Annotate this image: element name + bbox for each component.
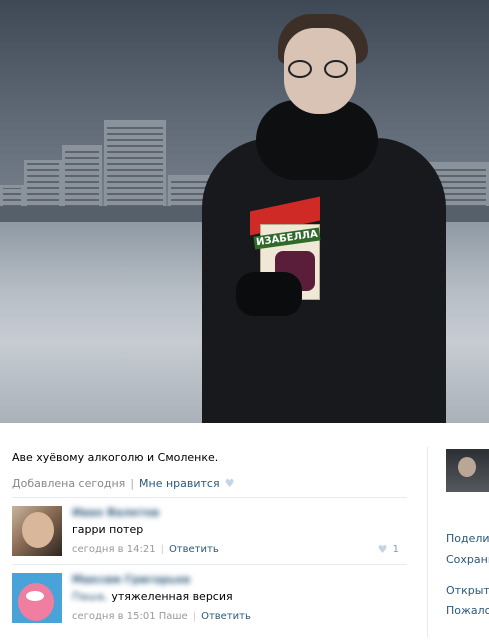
comment-likes[interactable]: ♥ 1	[377, 542, 399, 556]
report-action[interactable]: Пожалов	[446, 604, 489, 617]
open-original-action[interactable]: Открыт	[446, 584, 489, 597]
comment-text-body: гарри потер	[72, 523, 144, 536]
photo-glove	[236, 272, 302, 316]
meta-separator: |	[130, 477, 135, 490]
comment-author[interactable]: Иван Валетов	[72, 506, 159, 519]
comment-text: Паша, утяжеленная версия	[72, 590, 233, 603]
owner-avatar[interactable]	[446, 449, 489, 492]
photo-glasses	[288, 60, 352, 80]
comment-info: сегодня в 14:21 | Ответить	[72, 544, 219, 555]
post-date: Добавлена сегодня	[12, 477, 126, 490]
share-action[interactable]: Поделит	[446, 532, 489, 545]
reply-button[interactable]: Ответить	[169, 544, 219, 555]
comment-text-body: утяжеленная версия	[111, 590, 233, 603]
comment-addressee[interactable]: Паша,	[72, 590, 107, 603]
panel-divider	[427, 447, 428, 637]
heart-icon: ♥	[377, 542, 388, 556]
comment-info: сегодня в 15:01 Паше | Ответить	[72, 611, 251, 622]
heart-icon[interactable]: ♥	[225, 478, 236, 489]
post-caption: Аве хуёвому алкоголю и Смоленке.	[12, 451, 219, 464]
photo-building	[24, 160, 62, 210]
comment-like-count: 1	[392, 544, 399, 555]
comment-item: Максим Григорьев Паша, утяжеленная версия…	[12, 573, 407, 631]
divider	[12, 497, 407, 498]
avatar[interactable]	[12, 506, 62, 556]
like-button[interactable]: Мне нравится	[139, 477, 220, 490]
comment-text: гарри потер	[72, 523, 143, 536]
comment-time[interactable]: сегодня в 14:21	[72, 544, 156, 555]
reply-button[interactable]: Ответить	[201, 611, 251, 622]
info-separator: |	[160, 544, 164, 555]
avatar[interactable]	[12, 573, 62, 623]
photo-building	[62, 145, 102, 210]
divider	[12, 564, 407, 565]
post-photo[interactable]: ИЗАБЕЛЛА	[0, 0, 489, 423]
comment-time[interactable]: сегодня в 15:01 Паше	[72, 611, 188, 622]
save-action[interactable]: Сохрани	[446, 553, 489, 566]
comment-author[interactable]: Максим Григорьев	[72, 573, 190, 586]
comment-item: Иван Валетов гарри потер сегодня в 14:21…	[12, 506, 407, 564]
info-separator: |	[192, 611, 197, 622]
photo-building	[104, 120, 166, 210]
post-meta: Добавлена сегодня | Мне нравится ♥	[12, 477, 236, 490]
